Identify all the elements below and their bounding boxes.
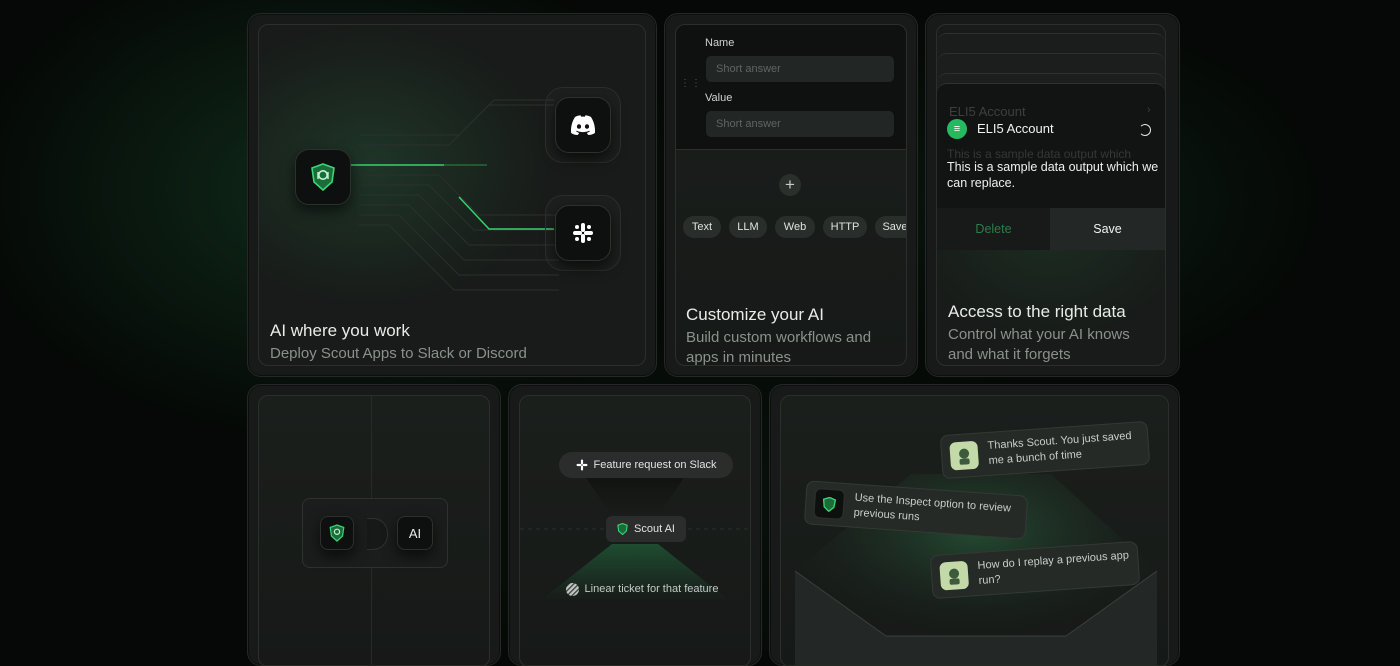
value-field[interactable]: Short answer (706, 111, 894, 137)
value-label: Value (705, 92, 733, 104)
drag-handle-icon[interactable]: ⋮⋮ (680, 79, 702, 89)
card-title: Access to the right data (948, 302, 1126, 321)
user-avatar-icon (939, 560, 970, 591)
delete-button[interactable]: Delete (937, 208, 1050, 250)
chip-http[interactable]: HTTP (823, 216, 867, 238)
add-button[interactable]: + (779, 174, 801, 196)
card-inner: Thanks Scout. You just saved me a bunch … (780, 395, 1169, 665)
card-subtitle: Control what your AI knows and what it f… (948, 326, 1130, 363)
name-label: Name (705, 37, 735, 49)
card-inner: Feature request on Slack Scout AI Linear… (519, 395, 751, 665)
card-inner: ⋮⋮ Name Short answer Value Short answer … (675, 24, 907, 366)
chip-text[interactable]: Text (683, 216, 721, 238)
pill-label: Linear ticket for that feature (584, 583, 719, 595)
card-title: AI where you work (270, 321, 410, 340)
slack-icon (576, 459, 588, 471)
connector-notch (367, 518, 388, 550)
account-avatar-icon: ≡ (947, 119, 967, 139)
data-panel: ELI5 Account › ≡ ELI5 Account This is a … (937, 83, 1165, 250)
card-subtitle: Build custom workflows and apps in minut… (686, 329, 872, 366)
card-ai-where-you-work: AI where you work Deploy Scout Apps to S… (247, 13, 657, 377)
bubble-text: How do I replay a previous app run? (977, 549, 1130, 587)
bubble-text: Use the Inspect option to review previou… (853, 491, 1012, 524)
chip-llm[interactable]: LLM (729, 216, 767, 238)
linear-icon (565, 582, 579, 596)
pill-label: Feature request on Slack (593, 459, 717, 471)
card-ai-connector: AI (247, 384, 501, 666)
card-access-right-data: ELI5 Account › ≡ ELI5 Account This is a … (925, 13, 1180, 377)
scout-avatar-icon (813, 487, 846, 520)
connector-frame: AI (302, 498, 448, 568)
card-chat-inbox: Thanks Scout. You just saved me a bunch … (769, 384, 1180, 666)
pill-label: Scout AI (634, 523, 675, 535)
scout-ai-pill: Scout AI (606, 516, 686, 542)
chip-save[interactable]: Save (875, 216, 906, 238)
discord-icon (555, 97, 611, 153)
card-workflow-pipeline: Feature request on Slack Scout AI Linear… (508, 384, 762, 666)
data-output: This is a sample data output which we ca… (947, 160, 1159, 190)
ai-badge: AI (397, 516, 433, 550)
slack-icon (555, 205, 611, 261)
ghost-account: ELI5 Account (949, 104, 1026, 119)
scout-shield-icon (617, 523, 628, 535)
card-subtitle: Deploy Scout Apps to Slack or Discord (270, 345, 527, 362)
scout-shield-icon (295, 149, 351, 205)
chip-web[interactable]: Web (775, 216, 815, 238)
name-field[interactable]: Short answer (706, 56, 894, 82)
scout-shield-icon (320, 516, 354, 550)
loading-spinner-icon (1139, 124, 1151, 136)
card-inner: ELI5 Account › ≡ ELI5 Account This is a … (936, 24, 1166, 366)
linear-ticket-pill: Linear ticket for that feature (552, 576, 732, 602)
ghost-chevron-icon: › (1147, 104, 1151, 116)
form-panel: ⋮⋮ Name Short answer Value Short answer (676, 25, 906, 150)
chip-row: Text LLM Web HTTP Save (676, 213, 906, 247)
user-avatar-icon (949, 440, 980, 471)
save-button[interactable]: Save (1050, 208, 1165, 250)
bubble-text: Thanks Scout. You just saved me a bunch … (987, 429, 1132, 467)
card-inner: AI where you work Deploy Scout Apps to S… (258, 24, 646, 366)
card-title: Customize your AI (686, 305, 824, 324)
card-customize-your-ai: ⋮⋮ Name Short answer Value Short answer … (664, 13, 918, 377)
account-name: ELI5 Account (977, 121, 1054, 136)
card-inner: AI (258, 395, 490, 665)
slack-request-pill: Feature request on Slack (559, 452, 733, 478)
